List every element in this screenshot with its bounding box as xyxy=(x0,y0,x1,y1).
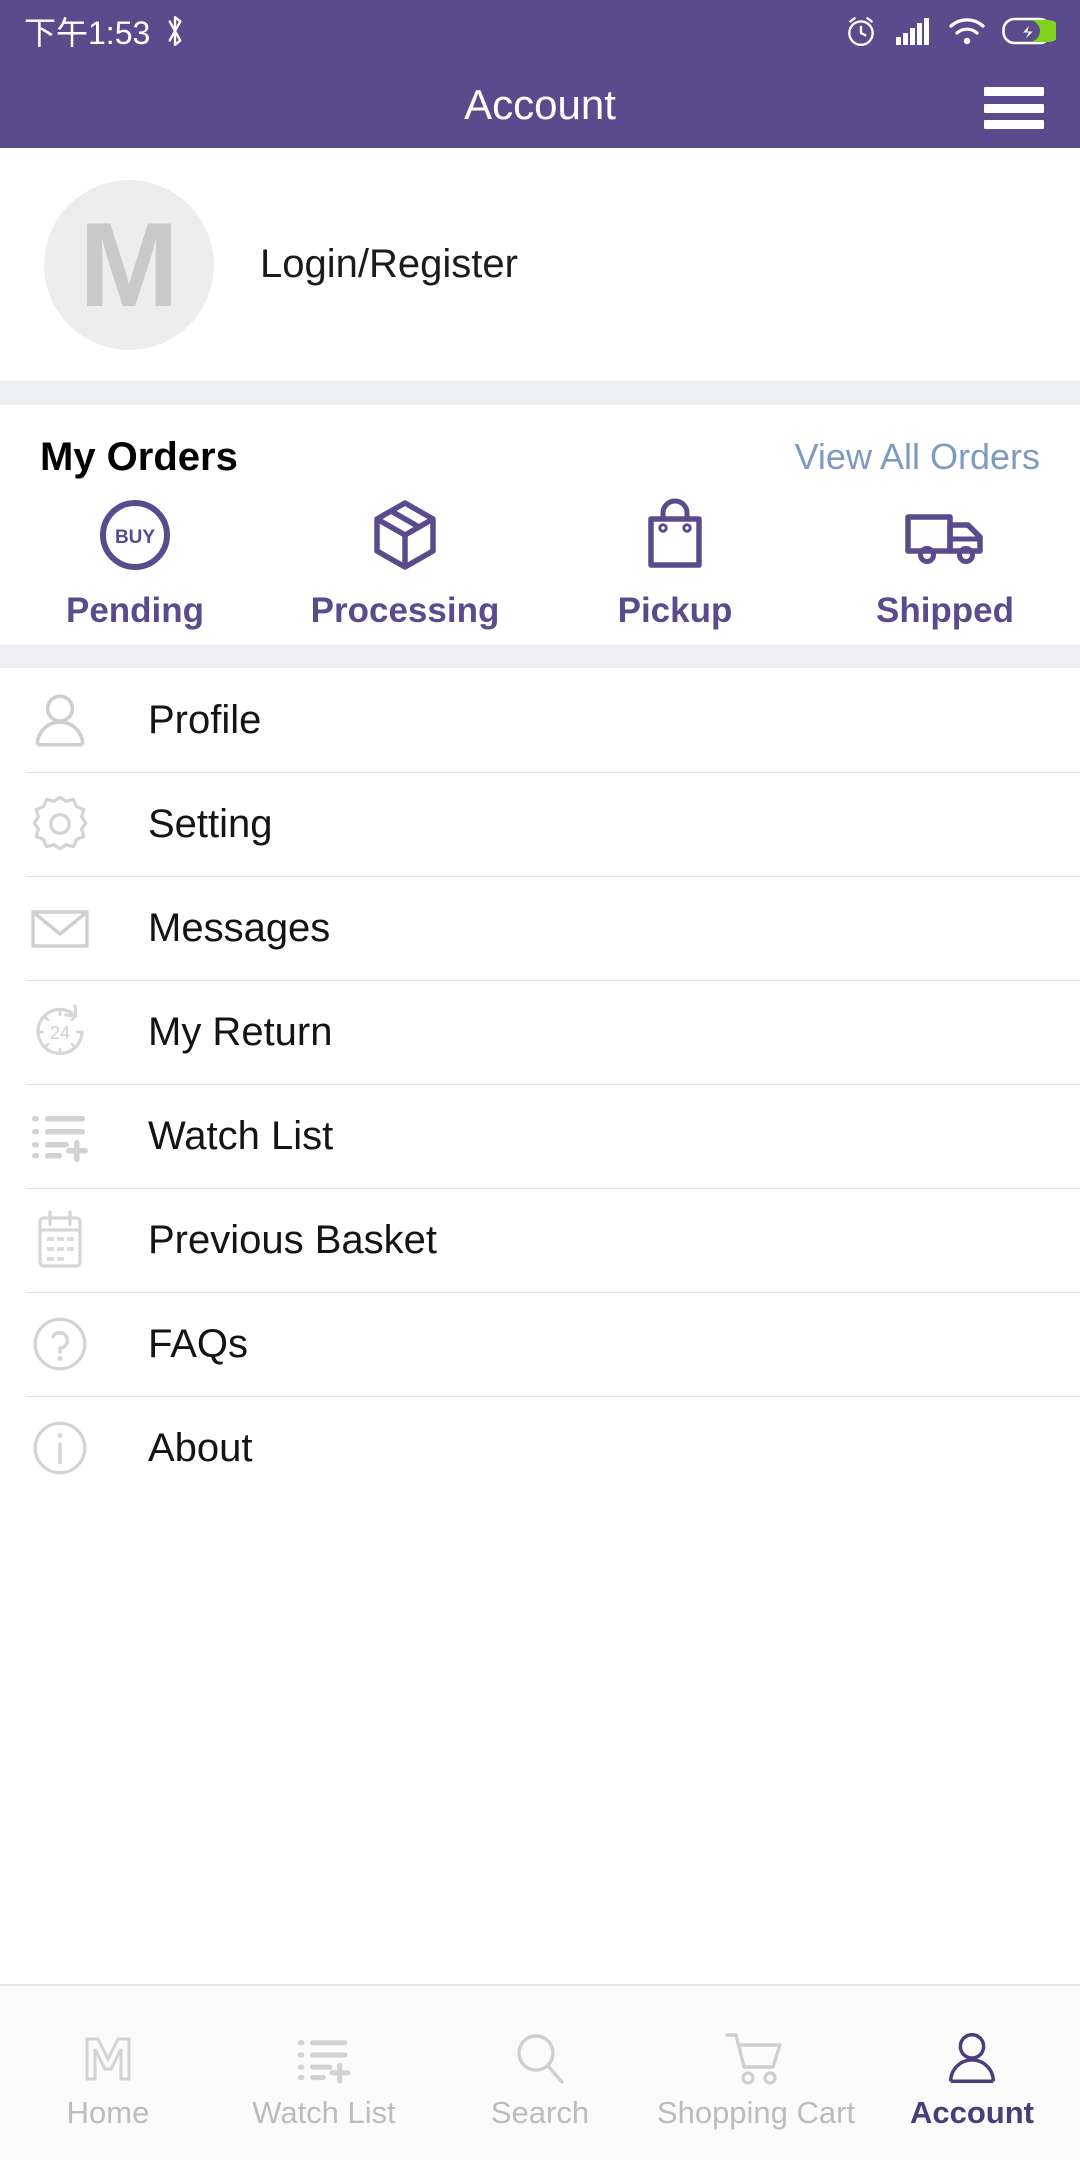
avatar-letter: M xyxy=(79,197,179,332)
nav-item-shopping-cart[interactable]: Shopping Cart xyxy=(648,1986,864,2160)
menu-item-label: Watch List xyxy=(148,1113,334,1158)
order-status-row: BUY Pending Processing Pickup Shipped xyxy=(0,493,1080,645)
menu-item-label: Previous Basket xyxy=(148,1217,438,1262)
m-logo-icon xyxy=(77,2015,139,2089)
order-status-label: Pickup xyxy=(617,591,733,630)
order-status-pending[interactable]: BUY Pending xyxy=(0,493,270,645)
wifi-icon xyxy=(948,15,986,47)
list-add-icon xyxy=(0,1084,120,1188)
cart-icon xyxy=(723,2015,789,2089)
menu-item-label: Profile xyxy=(148,697,262,742)
nav-item-account[interactable]: Account xyxy=(864,1986,1080,2160)
nav-item-label: Watch List xyxy=(252,2095,396,2130)
svg-text:BUY: BUY xyxy=(115,527,155,548)
avatar: M xyxy=(44,179,214,350)
menu-item-profile[interactable]: Profile xyxy=(0,668,1080,772)
menu-item-label: My Return xyxy=(148,1009,333,1054)
calendar-icon xyxy=(0,1188,120,1292)
nav-item-label: Search xyxy=(490,2095,590,2130)
person-icon xyxy=(0,668,120,772)
profile-card[interactable]: M Login/Register xyxy=(0,148,1080,381)
menu-item-label: Messages xyxy=(148,905,331,950)
menu-item-messages[interactable]: Messages xyxy=(0,876,1080,980)
shopping-bag-icon xyxy=(635,493,715,577)
my-orders-title: My Orders xyxy=(40,434,238,479)
nav-item-label: Account xyxy=(910,2095,1034,2130)
signal-icon xyxy=(894,15,932,47)
question-circle-icon xyxy=(0,1292,120,1396)
search-icon xyxy=(509,2015,571,2089)
hamburger-bar xyxy=(984,87,1044,96)
app-bar: Account xyxy=(0,62,1080,148)
battery-charging-icon xyxy=(1002,15,1056,47)
order-status-pickup[interactable]: Pickup xyxy=(540,493,810,645)
menu-item-my-return[interactable]: 24 My Return xyxy=(0,980,1080,1084)
hamburger-bar xyxy=(984,103,1044,113)
menu-item-label: About xyxy=(148,1425,253,1470)
section-divider-band xyxy=(0,645,1080,668)
menu-item-label: Setting xyxy=(148,801,273,846)
account-menu-list: Profile Setting Messages 24 My Return Wa… xyxy=(0,668,1080,1500)
login-register-label[interactable]: Login/Register xyxy=(260,242,518,287)
section-divider-band xyxy=(0,381,1080,405)
buy-circle-icon: BUY xyxy=(95,493,175,577)
list-add-icon xyxy=(292,2015,356,2089)
menu-item-about[interactable]: About xyxy=(0,1396,1080,1500)
nav-item-search[interactable]: Search xyxy=(432,1986,648,2160)
nav-item-home[interactable]: Home xyxy=(0,1986,216,2160)
view-all-orders-link[interactable]: View All Orders xyxy=(795,436,1040,478)
order-status-label: Shipped xyxy=(875,591,1015,630)
page-title: Account xyxy=(464,81,616,128)
my-orders-section: My Orders View All Orders BUY Pending Pr… xyxy=(0,405,1080,645)
menu-item-previous-basket[interactable]: Previous Basket xyxy=(0,1188,1080,1292)
person-icon xyxy=(941,2015,1003,2089)
status-bar-left: 下午1:53 xyxy=(24,8,188,54)
bottom-navigation-bar: Home Watch List Search Shopping Cart Acc… xyxy=(0,1984,1080,2160)
menu-item-watch-list[interactable]: Watch List xyxy=(0,1084,1080,1188)
gear-icon xyxy=(0,772,120,876)
menu-item-setting[interactable]: Setting xyxy=(0,772,1080,876)
nav-item-label: Shopping Cart xyxy=(656,2095,856,2130)
order-status-processing[interactable]: Processing xyxy=(270,493,540,645)
hamburger-menu-icon[interactable] xyxy=(984,87,1044,129)
status-bar: 下午1:53 xyxy=(0,0,1080,62)
menu-item-label: FAQs xyxy=(148,1321,249,1366)
status-time: 下午1:53 xyxy=(24,15,151,51)
nav-item-label: Home xyxy=(66,2095,150,2130)
clock-24-icon: 24 xyxy=(0,980,120,1084)
envelope-icon xyxy=(0,876,120,980)
order-status-shipped[interactable]: Shipped xyxy=(810,493,1080,645)
my-orders-header: My Orders View All Orders xyxy=(0,427,1080,487)
menu-item-faqs[interactable]: FAQs xyxy=(0,1292,1080,1396)
order-status-label: Pending xyxy=(65,591,205,630)
order-status-label: Processing xyxy=(310,591,500,630)
package-box-icon xyxy=(365,493,445,577)
info-circle-icon xyxy=(0,1396,120,1500)
bluetooth-icon xyxy=(162,14,188,48)
hamburger-bar xyxy=(984,120,1044,129)
delivery-truck-icon xyxy=(902,493,988,577)
nav-item-watch-list[interactable]: Watch List xyxy=(216,1986,432,2160)
status-bar-right xyxy=(844,14,1056,48)
alarm-icon xyxy=(844,14,878,48)
svg-text:24: 24 xyxy=(50,1023,70,1043)
